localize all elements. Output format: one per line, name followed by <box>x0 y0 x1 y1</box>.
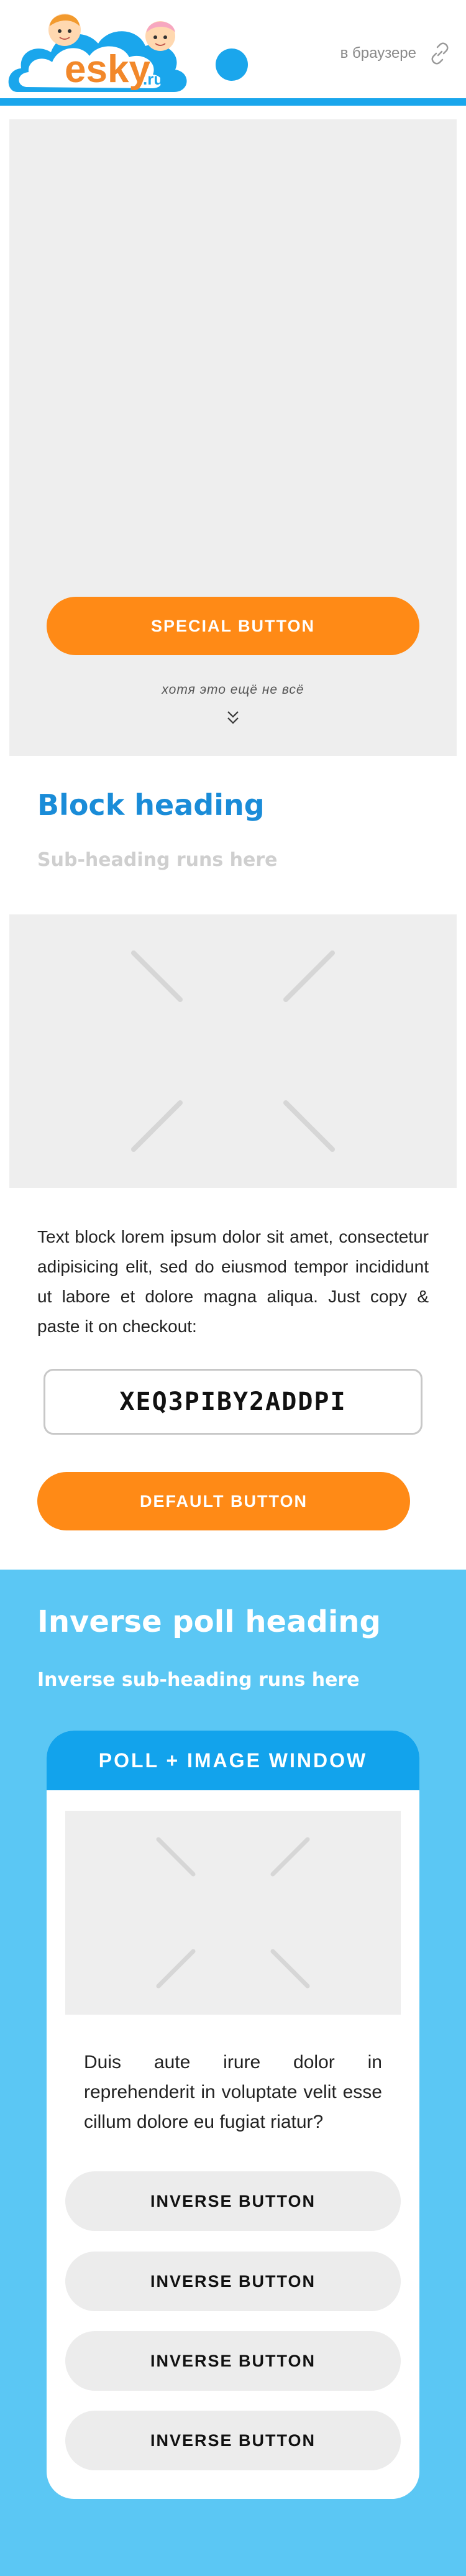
decorative-dot <box>216 48 248 81</box>
double-chevron-down-icon[interactable] <box>226 710 240 726</box>
inverse-button-3[interactable]: INVERSE BUTTON <box>65 2331 401 2391</box>
text-block: Text block lorem ipsum dolor sit amet, c… <box>37 1227 429 1336</box>
open-in-browser-link[interactable]: в браузере <box>340 45 416 62</box>
coupon-code-field[interactable]: XEQ3PIBY2ADDPI <box>43 1369 423 1435</box>
logo-text: esky <box>65 48 150 91</box>
hero-image-area: SPECIAL BUTTON хотя это ещё не всё <box>9 119 457 756</box>
page-header: esky .ru в браузере <box>0 0 466 109</box>
inverse-button-1[interactable]: INVERSE BUTTON <box>65 2171 401 2231</box>
image-placeholder <box>9 914 457 1188</box>
inverse-sub-heading: Inverse sub-heading runs here <box>37 1669 360 1691</box>
inverse-button-4[interactable]: INVERSE BUTTON <box>65 2411 401 2470</box>
scroll-hint: хотя это ещё не всё <box>162 683 304 697</box>
header-accent-bar <box>0 98 466 106</box>
default-button[interactable]: DEFAULT BUTTON <box>37 1472 410 1530</box>
placeholder-cross-icon <box>156 1837 310 1989</box>
inverse-poll-heading: Inverse poll heading <box>37 1604 381 1639</box>
logo-domain: .ru <box>143 70 163 88</box>
poll-window-title: POLL + IMAGE WINDOW <box>47 1731 419 1790</box>
block-heading: Block heading <box>37 788 265 822</box>
special-button[interactable]: SPECIAL BUTTON <box>47 597 419 655</box>
placeholder-cross-icon <box>131 950 335 1152</box>
poll-question: Duis aute irure dolor in reprehenderit i… <box>84 2052 382 2132</box>
esky-logo[interactable]: esky .ru <box>5 5 191 104</box>
poll-image-window: POLL + IMAGE WINDOW Duis aute irure dolo… <box>47 1731 419 2499</box>
block-sub-heading: Sub-heading runs here <box>37 849 278 871</box>
link-icon[interactable] <box>427 41 452 66</box>
inverse-button-2[interactable]: INVERSE BUTTON <box>65 2252 401 2311</box>
poll-image-placeholder <box>65 1811 401 2015</box>
inverse-poll-section: Inverse poll heading Inverse sub-heading… <box>0 1570 466 2576</box>
